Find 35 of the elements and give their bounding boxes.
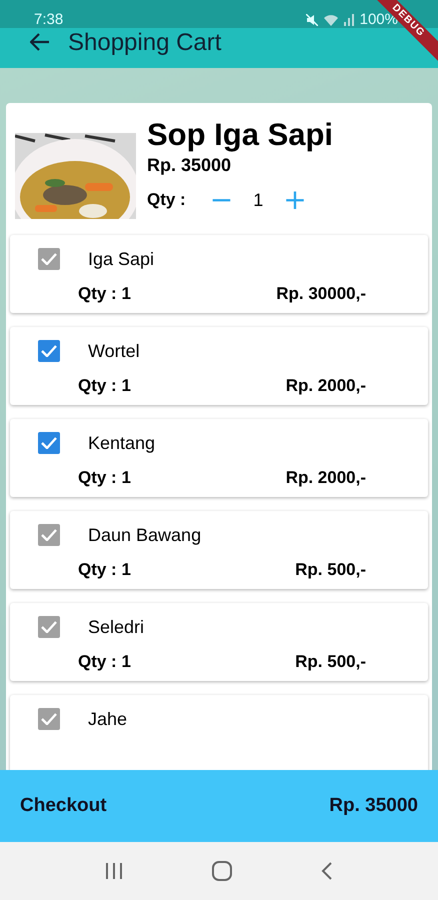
- checkbox[interactable]: [38, 432, 60, 454]
- ingredient-name: Seledri: [88, 616, 144, 638]
- ingredient-name: Wortel: [88, 340, 140, 362]
- wifi-icon: [324, 14, 338, 26]
- back-icon[interactable]: [321, 862, 334, 880]
- ingredient-qty: Qty : 1: [78, 284, 131, 304]
- qty-value: 1: [253, 190, 264, 210]
- ingredient-price: Rp. 500,-: [295, 560, 366, 580]
- total-price: Rp. 35000: [329, 795, 418, 817]
- signal-icon: [344, 14, 354, 26]
- ingredient-qty: Qty : 1: [78, 560, 131, 580]
- back-arrow-icon[interactable]: [30, 33, 50, 51]
- mute-icon: [306, 14, 318, 26]
- checkbox[interactable]: [38, 340, 60, 362]
- ingredient-price: Rp. 2000,-: [286, 376, 366, 396]
- ingredient-price: Rp. 30000,-: [276, 284, 366, 304]
- screen-title: Shopping Cart: [68, 28, 222, 58]
- ingredient-name: Kentang: [88, 432, 156, 454]
- ingredient-name: Iga Sapi: [88, 248, 154, 270]
- ingredient-name: Jahe: [88, 708, 128, 730]
- recent-apps-icon[interactable]: [104, 863, 123, 879]
- product-price: Rp. 35000: [147, 155, 232, 176]
- ingredient-qty: Qty : 1: [78, 376, 131, 396]
- minus-button[interactable]: −: [204, 186, 240, 214]
- product-name: Sop Iga Sapi: [147, 117, 334, 153]
- ingredient-price: Rp. 500,-: [295, 652, 366, 672]
- home-icon[interactable]: [212, 861, 232, 881]
- checkout-button[interactable]: Checkout: [20, 795, 107, 817]
- ingredient-name: Daun Bawang: [88, 524, 202, 546]
- clock-time: 7:38: [34, 11, 64, 28]
- ingredient-qty: Qty : 1: [78, 468, 131, 488]
- ingredient-qty: Qty : 1: [78, 652, 131, 672]
- plus-button[interactable]: +: [277, 186, 313, 214]
- ingredient-price: Rp. 2000,-: [286, 468, 366, 488]
- qty-label: Qty :: [147, 190, 186, 210]
